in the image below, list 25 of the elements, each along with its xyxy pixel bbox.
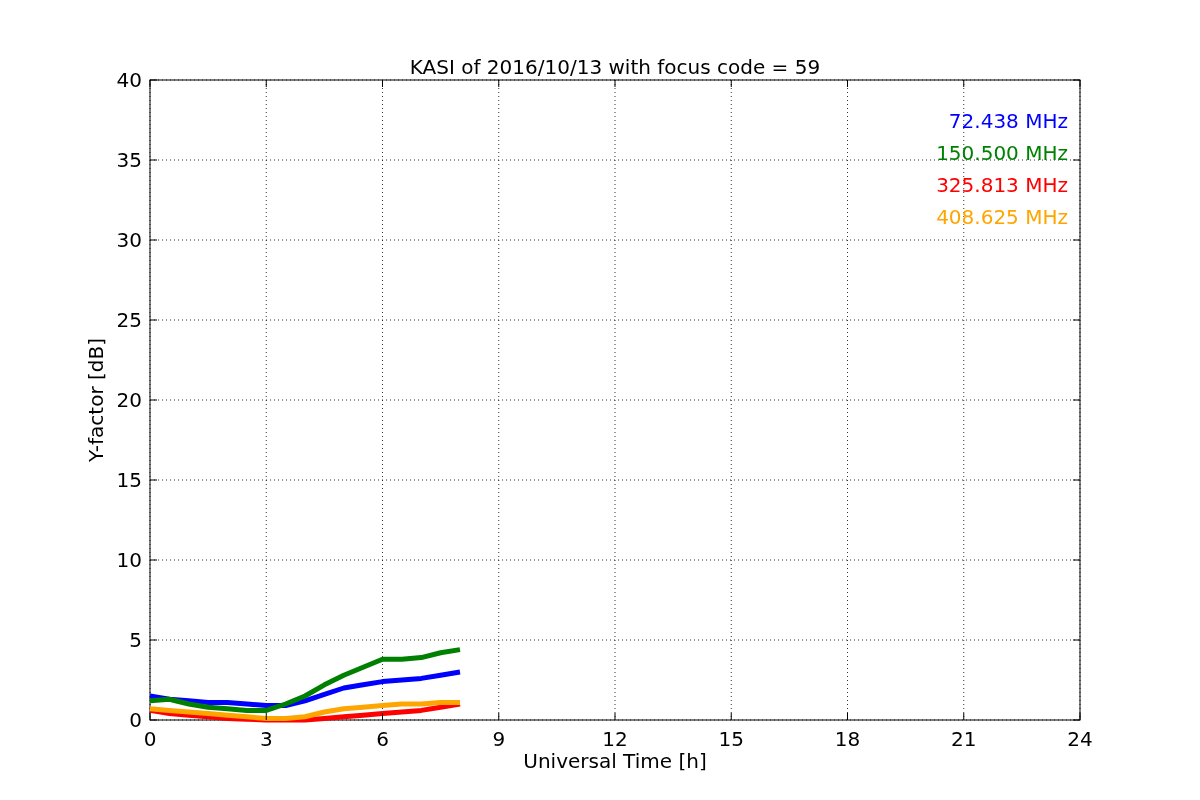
x-tick-label: 9: [492, 727, 506, 751]
x-tick-label: 15: [718, 727, 744, 751]
y-tick-label: 10: [116, 548, 142, 572]
x-tick-label: 0: [143, 727, 157, 751]
legend-label: 72.438 MHz: [948, 109, 1068, 133]
y-axis-label: Y-factor [dB]: [84, 338, 108, 462]
y-tick-label: 15: [116, 468, 142, 492]
legend-label: 150.500 MHz: [936, 141, 1068, 165]
y-tick-label: 40: [116, 68, 142, 92]
x-tick-label: 12: [602, 727, 628, 751]
y-tick-label: 35: [116, 148, 142, 172]
x-tick-label: 6: [376, 727, 389, 751]
x-tick-label: 24: [1067, 727, 1093, 751]
x-tick-label: 21: [951, 727, 977, 751]
x-tick-label: 18: [834, 727, 861, 751]
x-axis-label: Universal Time [h]: [523, 749, 707, 773]
legend-label: 325.813 MHz: [936, 173, 1068, 197]
x-tick-label: 3: [259, 727, 273, 751]
y-tick-label: 0: [129, 708, 142, 732]
y-tick-label: 30: [116, 228, 142, 252]
chart-title: KASI of 2016/10/13 with focus code = 59: [409, 55, 821, 79]
y-tick-label: 25: [116, 308, 142, 332]
y-tick-label: 20: [116, 388, 142, 412]
y-tick-label: 5: [129, 628, 142, 652]
legend-label: 408.625 MHz: [936, 205, 1068, 229]
